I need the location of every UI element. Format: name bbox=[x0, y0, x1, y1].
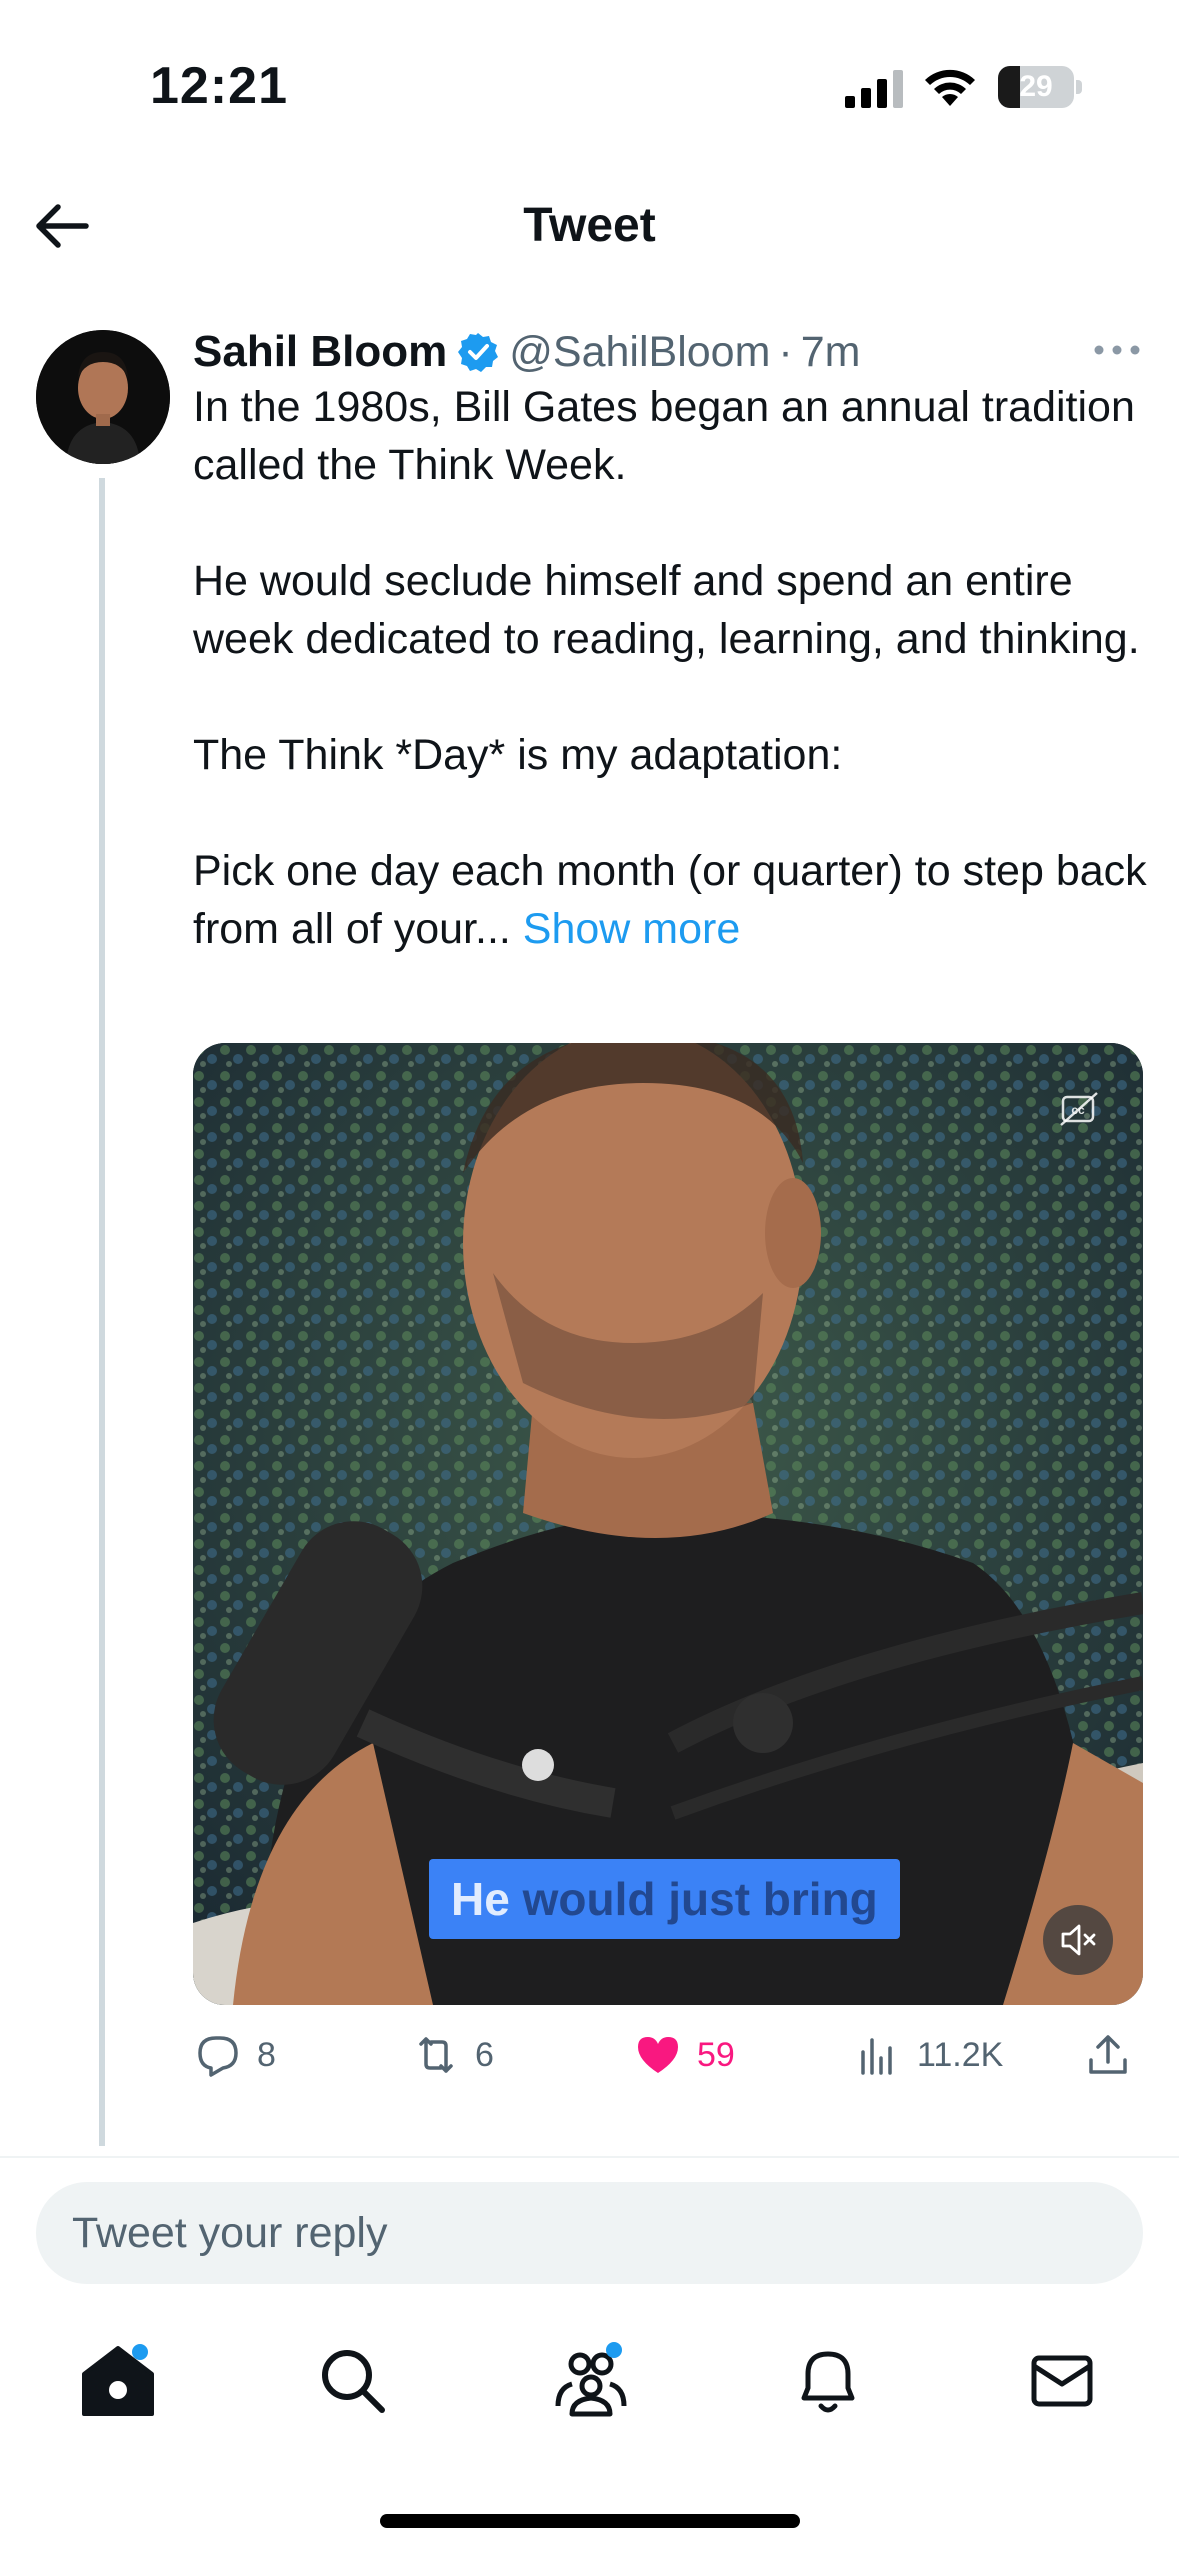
tab-search[interactable] bbox=[302, 2330, 402, 2430]
communities-icon bbox=[555, 2352, 627, 2417]
author-name[interactable]: Sahil Bloom bbox=[193, 327, 447, 377]
verified-badge-icon bbox=[458, 333, 499, 372]
reply-button[interactable]: 8 bbox=[193, 2025, 276, 2085]
bottom-tab-bar bbox=[0, 2320, 1179, 2440]
tweet-paragraph: He would seclude himself and spend an en… bbox=[193, 557, 1140, 663]
status-bar: 12:21 29 bbox=[0, 0, 1179, 170]
home-indicator bbox=[380, 2514, 800, 2528]
envelope-icon bbox=[1031, 2355, 1093, 2407]
page-title: Tweet bbox=[523, 199, 656, 252]
cellular-signal-icon bbox=[845, 70, 903, 108]
share-icon bbox=[1089, 2035, 1127, 2074]
communities-notification-dot bbox=[606, 2342, 622, 2358]
retweet-button[interactable]: 6 bbox=[411, 2025, 494, 2085]
reply-input[interactable] bbox=[72, 2182, 1072, 2284]
thread-line bbox=[99, 478, 105, 2146]
closed-captions-icon[interactable]: cc bbox=[1059, 1091, 1099, 1127]
battery-level: 29 bbox=[1019, 70, 1053, 103]
tab-communities[interactable] bbox=[540, 2330, 640, 2430]
views-button[interactable]: 11.2K bbox=[853, 2025, 1003, 2085]
tweet-paragraph-last: Pick one day each month (or quarter) to … bbox=[193, 842, 1153, 958]
home-icon bbox=[82, 2346, 154, 2416]
like-count: 59 bbox=[697, 2035, 735, 2074]
tweet-text: In the 1980s, Bill Gates began an annual… bbox=[193, 378, 1153, 958]
retweet-count: 6 bbox=[475, 2035, 494, 2074]
reply-count: 8 bbox=[257, 2035, 276, 2074]
tweet-time: 7m bbox=[800, 327, 861, 376]
speaker-muted-icon bbox=[1061, 1924, 1096, 1956]
search-icon bbox=[322, 2350, 385, 2413]
like-button[interactable]: 59 bbox=[633, 2025, 735, 2085]
tab-home[interactable] bbox=[68, 2330, 168, 2430]
battery-icon: 29 bbox=[998, 66, 1082, 108]
show-more-link[interactable]: Show more bbox=[523, 905, 740, 953]
author-handle[interactable]: @SahilBloom bbox=[509, 328, 770, 377]
views-count: 11.2K bbox=[917, 2035, 1004, 2074]
video-caption-rest: would just bring bbox=[509, 1873, 878, 1925]
wifi-icon bbox=[925, 69, 975, 106]
home-notification-dot bbox=[132, 2344, 148, 2360]
video-caption-first-word: He bbox=[451, 1873, 510, 1925]
tab-notifications[interactable] bbox=[778, 2330, 878, 2430]
mute-button[interactable] bbox=[1043, 1905, 1113, 1975]
header: Tweet bbox=[0, 170, 1179, 290]
reply-icon bbox=[198, 2036, 238, 2077]
video-caption: He would just bring bbox=[429, 1859, 900, 1939]
tweet-action-bar: 8 6 59 11.2K bbox=[193, 2025, 1143, 2085]
share-button[interactable] bbox=[1083, 2025, 1147, 2085]
heart-filled-icon bbox=[638, 2037, 678, 2073]
divider bbox=[0, 2156, 1179, 2158]
author-avatar[interactable] bbox=[36, 330, 170, 464]
separator-dot: · bbox=[778, 327, 793, 376]
more-options-icon[interactable] bbox=[1090, 330, 1144, 370]
tweet-paragraph: The Think *Day* is my adaptation: bbox=[193, 731, 843, 779]
status-time: 12:21 bbox=[150, 57, 288, 115]
retweet-icon bbox=[419, 2037, 453, 2073]
analytics-icon bbox=[861, 2038, 892, 2075]
tab-messages[interactable] bbox=[1012, 2330, 1112, 2430]
tweet-author-row: Sahil Bloom @SahilBloom · 7m bbox=[193, 322, 860, 382]
bell-icon bbox=[801, 2351, 855, 2413]
reply-box[interactable] bbox=[36, 2182, 1143, 2284]
tweet-video[interactable]: cc He would just bring bbox=[193, 1043, 1143, 2005]
tweet-paragraph: In the 1980s, Bill Gates began an annual… bbox=[193, 383, 1135, 489]
